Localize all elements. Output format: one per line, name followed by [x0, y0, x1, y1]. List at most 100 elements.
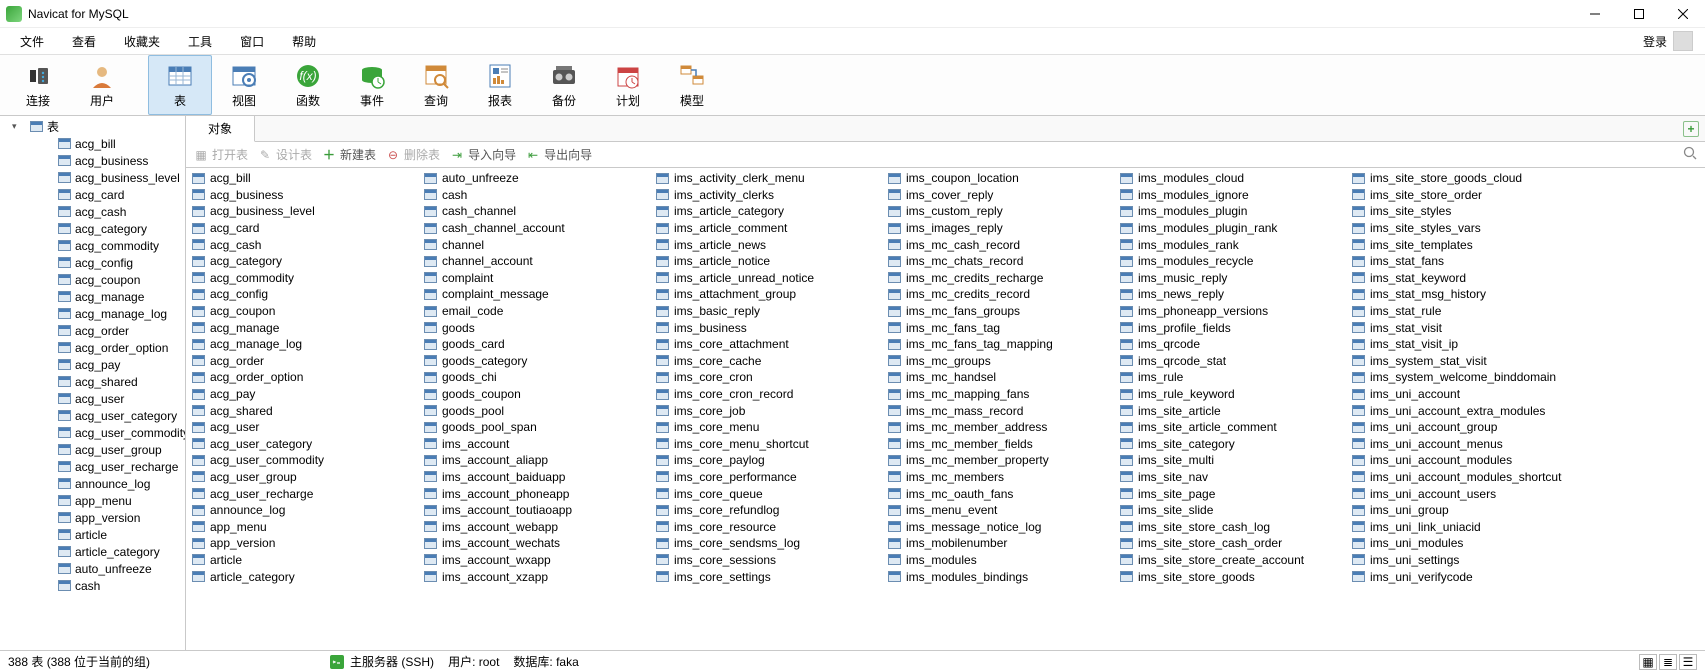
list-item[interactable]: goods_pool: [418, 402, 650, 419]
list-item[interactable]: article: [186, 552, 418, 569]
tree-item[interactable]: acg_user_group: [0, 441, 185, 458]
tree-item[interactable]: app_menu: [0, 492, 185, 509]
list-item[interactable]: ims_uni_verifycode: [1346, 568, 1578, 585]
design-table-button[interactable]: ✎设计表: [258, 146, 312, 163]
tree-item[interactable]: acg_order_option: [0, 339, 185, 356]
list-item[interactable]: ims_site_store_create_account: [1114, 552, 1346, 569]
list-item[interactable]: ims_message_notice_log: [882, 518, 1114, 535]
list-item[interactable]: ims_basic_reply: [650, 303, 882, 320]
list-item[interactable]: ims_mc_credits_record: [882, 286, 1114, 303]
tree-item[interactable]: announce_log: [0, 475, 185, 492]
tree-item[interactable]: acg_user: [0, 390, 185, 407]
view-list-button[interactable]: ≣: [1659, 654, 1677, 670]
list-item[interactable]: ims_menu_event: [882, 502, 1114, 519]
list-item[interactable]: ims_core_menu: [650, 419, 882, 436]
list-item[interactable]: acg_config: [186, 286, 418, 303]
list-item[interactable]: ims_core_job: [650, 402, 882, 419]
list-item[interactable]: ims_uni_account_menus: [1346, 436, 1578, 453]
list-item[interactable]: email_code: [418, 303, 650, 320]
list-item[interactable]: ims_uni_settings: [1346, 552, 1578, 569]
list-item[interactable]: ims_article_news: [650, 236, 882, 253]
list-item[interactable]: ims_modules_rank: [1114, 236, 1346, 253]
list-item[interactable]: ims_mc_fans_groups: [882, 303, 1114, 320]
list-item[interactable]: ims_mobilenumber: [882, 535, 1114, 552]
tree-item[interactable]: acg_manage_log: [0, 305, 185, 322]
list-item[interactable]: ims_site_article: [1114, 402, 1346, 419]
list-item[interactable]: ims_mc_cash_record: [882, 236, 1114, 253]
view-detail-button[interactable]: ☰: [1679, 654, 1697, 670]
list-item[interactable]: acg_bill: [186, 170, 418, 187]
list-item[interactable]: ims_cover_reply: [882, 187, 1114, 204]
list-item[interactable]: ims_site_category: [1114, 436, 1346, 453]
list-item[interactable]: ims_site_store_cash_log: [1114, 518, 1346, 535]
toolbar-backup[interactable]: 备份: [532, 55, 596, 115]
list-item[interactable]: ims_stat_keyword: [1346, 270, 1578, 287]
login-area[interactable]: 登录: [1643, 31, 1699, 51]
list-item[interactable]: ims_core_menu_shortcut: [650, 436, 882, 453]
list-item[interactable]: ims_stat_msg_history: [1346, 286, 1578, 303]
list-item[interactable]: ims_account: [418, 436, 650, 453]
list-item[interactable]: channel_account: [418, 253, 650, 270]
list-item[interactable]: ims_core_attachment: [650, 336, 882, 353]
export-wizard-button[interactable]: ⇤导出向导: [526, 146, 592, 163]
toolbar-table[interactable]: 表: [148, 55, 212, 115]
list-item[interactable]: complaint: [418, 270, 650, 287]
list-item[interactable]: ims_site_styles_vars: [1346, 220, 1578, 237]
list-item[interactable]: complaint_message: [418, 286, 650, 303]
tree-item[interactable]: acg_user_commodity: [0, 424, 185, 441]
list-item[interactable]: acg_shared: [186, 402, 418, 419]
list-item[interactable]: acg_pay: [186, 386, 418, 403]
list-item[interactable]: goods_pool_span: [418, 419, 650, 436]
list-item[interactable]: acg_user_recharge: [186, 485, 418, 502]
tree-item[interactable]: article: [0, 526, 185, 543]
list-item[interactable]: ims_article_notice: [650, 253, 882, 270]
toolbar-user[interactable]: 用户: [70, 55, 134, 115]
add-tab-button[interactable]: +: [1683, 121, 1699, 137]
list-item[interactable]: ims_site_store_order: [1346, 187, 1578, 204]
list-item[interactable]: goods_chi: [418, 369, 650, 386]
menu-help[interactable]: 帮助: [278, 29, 330, 54]
list-item[interactable]: ims_uni_account_users: [1346, 485, 1578, 502]
list-item[interactable]: ims_attachment_group: [650, 286, 882, 303]
tree-item[interactable]: acg_card: [0, 186, 185, 203]
list-item[interactable]: ims_mc_handsel: [882, 369, 1114, 386]
list-item[interactable]: ims_site_slide: [1114, 502, 1346, 519]
menu-favorites[interactable]: 收藏夹: [110, 29, 174, 54]
list-item[interactable]: ims_uni_account: [1346, 386, 1578, 403]
list-item[interactable]: ims_modules_plugin_rank: [1114, 220, 1346, 237]
list-item[interactable]: acg_user_commodity: [186, 452, 418, 469]
list-item[interactable]: ims_modules_recycle: [1114, 253, 1346, 270]
list-item[interactable]: channel: [418, 236, 650, 253]
view-icons-button[interactable]: ▦: [1639, 654, 1657, 670]
tree-item[interactable]: acg_business_level: [0, 169, 185, 186]
list-item[interactable]: ims_news_reply: [1114, 286, 1346, 303]
list-item[interactable]: ims_article_unread_notice: [650, 270, 882, 287]
menu-window[interactable]: 窗口: [226, 29, 278, 54]
list-item[interactable]: cash_channel: [418, 203, 650, 220]
list-item[interactable]: ims_mc_credits_recharge: [882, 270, 1114, 287]
list-item[interactable]: ims_core_paylog: [650, 452, 882, 469]
new-table-button[interactable]: ＋新建表: [322, 146, 376, 163]
list-item[interactable]: announce_log: [186, 502, 418, 519]
toolbar-event[interactable]: 事件: [340, 55, 404, 115]
list-item[interactable]: goods_card: [418, 336, 650, 353]
list-item[interactable]: auto_unfreeze: [418, 170, 650, 187]
list-item[interactable]: ims_mc_mass_record: [882, 402, 1114, 419]
list-item[interactable]: ims_phoneapp_versions: [1114, 303, 1346, 320]
list-item[interactable]: ims_images_reply: [882, 220, 1114, 237]
list-item[interactable]: ims_music_reply: [1114, 270, 1346, 287]
list-item[interactable]: ims_core_queue: [650, 485, 882, 502]
list-item[interactable]: ims_account_wxapp: [418, 552, 650, 569]
list-item[interactable]: ims_core_sessions: [650, 552, 882, 569]
toolbar-schedule[interactable]: 计划: [596, 55, 660, 115]
tree-item[interactable]: acg_user_recharge: [0, 458, 185, 475]
list-item[interactable]: ims_modules_bindings: [882, 568, 1114, 585]
list-item[interactable]: acg_business_level: [186, 203, 418, 220]
list-item[interactable]: acg_user: [186, 419, 418, 436]
list-item[interactable]: ims_mc_chats_record: [882, 253, 1114, 270]
list-item[interactable]: ims_activity_clerks: [650, 187, 882, 204]
tree-item[interactable]: article_category: [0, 543, 185, 560]
list-item[interactable]: ims_site_page: [1114, 485, 1346, 502]
list-item[interactable]: ims_account_wechats: [418, 535, 650, 552]
list-item[interactable]: ims_mc_members: [882, 469, 1114, 486]
